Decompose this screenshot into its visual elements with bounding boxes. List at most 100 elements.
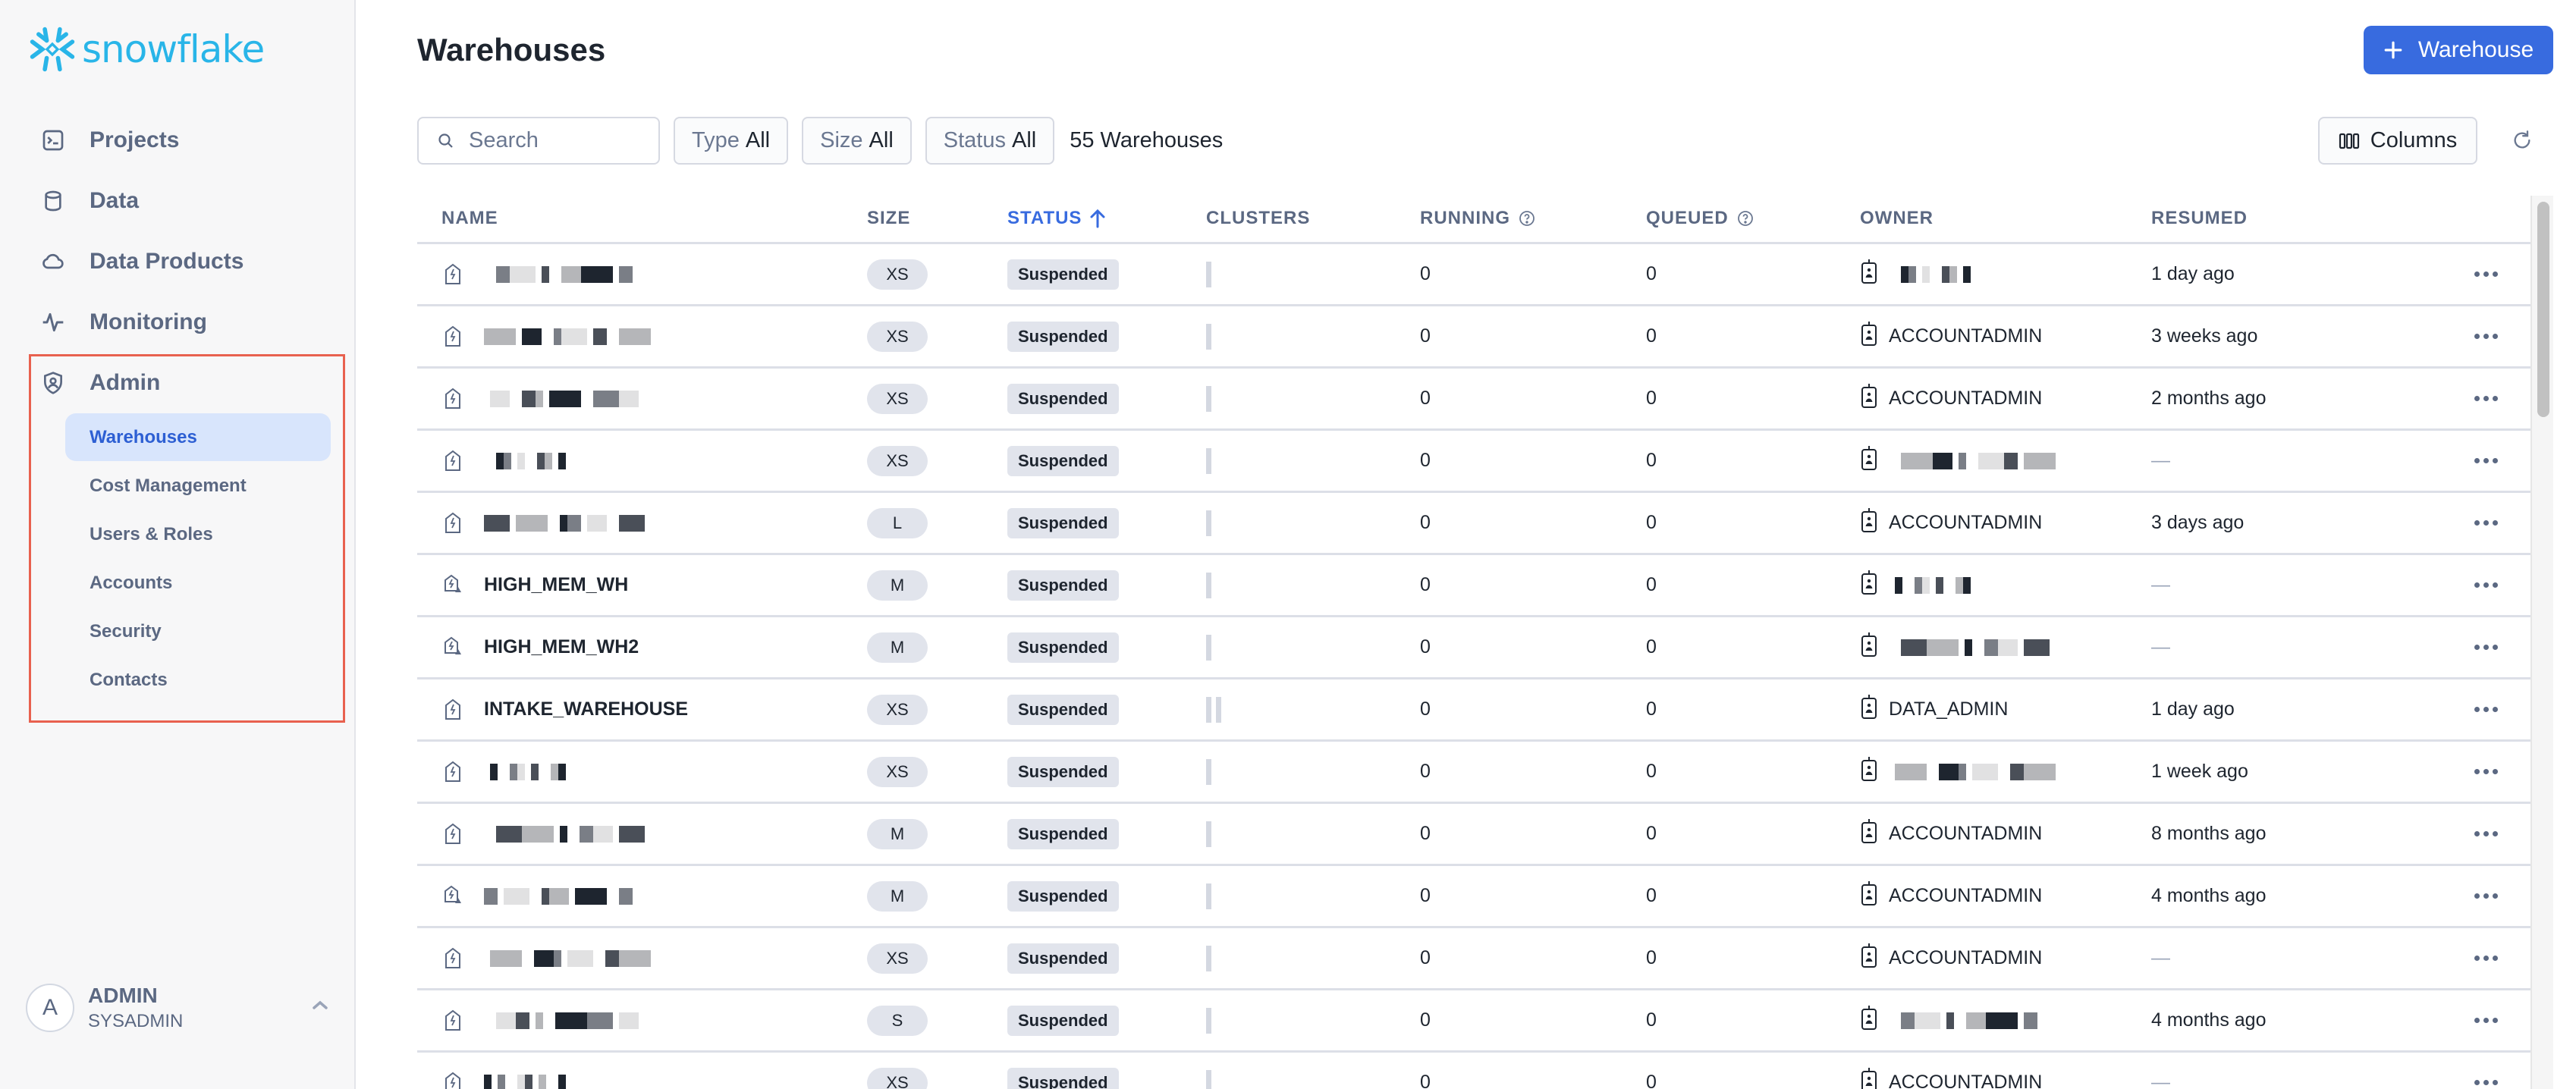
nav-label: Monitoring [90,309,207,334]
size-cell: XS [867,928,928,988]
row-actions-more-icon[interactable] [2474,431,2498,491]
name-cell[interactable] [441,431,566,491]
sidebar-item-contacts[interactable]: Contacts [65,656,331,704]
owner-name-redacted [1889,1012,2037,1029]
status-badge: Suspended [1007,1005,1119,1036]
table-row[interactable]: XS Suspended 0 0 — [417,431,2530,493]
name-cell[interactable] [441,928,651,988]
name-cell[interactable] [441,990,639,1050]
name-cell[interactable]: HIGH_MEM_WH2 [441,617,639,677]
table-row[interactable]: M Suspended 0 0 ACCOUNTADMIN 8 months ago [417,804,2530,866]
row-actions-more-icon[interactable] [2474,555,2498,615]
name-cell[interactable] [441,804,645,864]
nav-label: Data Products [90,249,244,274]
resumed-cell: — [2151,574,2170,595]
table-row[interactable]: M Suspended 0 0 ACCOUNTADMIN 4 months ago [417,866,2530,928]
row-actions-more-icon[interactable] [2474,617,2498,677]
column-header-size[interactable]: SIZE [867,208,910,229]
resumed-cell: — [2151,636,2170,657]
help-icon[interactable] [1736,209,1755,228]
sidebar-item-users-roles[interactable]: Users & Roles [65,510,331,558]
row-actions-more-icon[interactable] [2474,1053,2498,1089]
column-header-running[interactable]: RUNNING [1420,208,1536,229]
brand-name: snowflake [82,27,265,71]
warehouse-icon [441,387,464,411]
nav-data-products[interactable]: Data Products [39,243,243,281]
sidebar-item-security[interactable]: Security [65,607,331,655]
sidebar-item-warehouses[interactable]: Warehouses [65,413,331,461]
size-cell: S [867,990,928,1050]
row-actions-more-icon[interactable] [2474,679,2498,739]
sidebar-item-cost-management[interactable]: Cost Management [65,462,331,510]
filter-key: Type [692,128,740,152]
table-row[interactable]: XS Suspended 0 0 ACCOUNTADMIN 3 weeks ago [417,306,2530,369]
status-filter[interactable]: Status All [925,117,1055,165]
columns-button[interactable]: Columns [2318,117,2477,165]
name-cell[interactable] [441,244,633,304]
name-cell[interactable]: INTAKE_WAREHOUSE [441,679,688,739]
search-box[interactable] [417,117,660,165]
scrollbar-thumb[interactable] [2537,202,2549,417]
nav-monitoring[interactable]: Monitoring [39,303,207,341]
column-header-clusters[interactable]: CLUSTERS [1206,208,1310,229]
row-actions-more-icon[interactable] [2474,990,2498,1050]
table-row[interactable]: INTAKE_WAREHOUSE XS Suspended 0 0 DATA_ADMIN 1… [417,679,2530,742]
row-actions-more-icon[interactable] [2474,369,2498,428]
running-cell: 0 [1420,263,1431,284]
column-header-resumed[interactable]: RESUMED [2151,208,2248,229]
size-cell: XS [867,306,928,366]
name-cell[interactable] [441,1053,566,1089]
cluster-bar [1206,261,1211,287]
table-row[interactable]: HIGH_MEM_WH M Suspended 0 0 — [417,555,2530,617]
column-header-status[interactable]: STATUS [1007,208,1106,229]
column-header-owner[interactable]: OWNER [1860,208,1934,229]
help-icon[interactable] [1518,209,1536,228]
table-row[interactable]: S Suspended 0 0 4 months ago [417,990,2530,1053]
row-actions-more-icon[interactable] [2474,804,2498,864]
snowflake-logo[interactable]: snowflake [27,24,265,74]
name-cell[interactable] [441,493,645,553]
owner-cell: ACCOUNTADMIN [1860,369,2042,428]
row-actions-more-icon[interactable] [2474,928,2498,988]
cluster-bar [1206,883,1211,909]
row-actions-more-icon[interactable] [2474,306,2498,366]
warehouse-icon [441,1009,464,1033]
row-actions-more-icon[interactable] [2474,493,2498,553]
chevron-up-icon[interactable] [311,999,329,1015]
size-filter[interactable]: Size All [802,117,912,165]
sidebar-item-accounts[interactable]: Accounts [65,559,331,607]
nav-data[interactable]: Data [39,182,139,220]
type-filter[interactable]: Type All [674,117,789,165]
name-cell[interactable] [441,369,639,428]
name-cell[interactable]: HIGH_MEM_WH [441,555,628,615]
table-row[interactable]: L Suspended 0 0 ACCOUNTADMIN 3 days ago [417,493,2530,555]
role-icon [1860,1067,1878,1089]
name-cell[interactable] [441,866,633,926]
nav-projects[interactable]: Projects [39,121,179,159]
table-row[interactable]: XS Suspended 0 0 1 week ago [417,742,2530,804]
name-cell[interactable] [441,306,651,366]
row-actions-more-icon[interactable] [2474,742,2498,802]
search-input[interactable] [469,128,636,153]
status-cell: Suspended [1007,306,1119,366]
user-menu[interactable]: A ADMIN SYSADMIN [26,984,329,1032]
table-row[interactable]: XS Suspended 0 0 ACCOUNTADMIN — [417,928,2530,990]
name-cell[interactable] [441,742,566,802]
refresh-icon[interactable] [2509,127,2535,153]
table-scrollbar[interactable] [2530,196,2553,1089]
add-warehouse-button[interactable]: Warehouse [2364,26,2553,74]
column-header-name[interactable]: NAME [441,208,498,229]
column-header-queued[interactable]: QUEUED [1646,208,1755,229]
database-icon [39,187,67,215]
row-actions-more-icon[interactable] [2474,866,2498,926]
row-actions-more-icon[interactable] [2474,244,2498,304]
cluster-bar [1206,1069,1211,1089]
owner-cell [1860,742,2056,802]
status-badge: Suspended [1007,321,1119,352]
warehouses-table: NAME SIZE STATUS CLUSTERS RUNNING QUEUED… [417,196,2530,1089]
table-row[interactable]: XS Suspended 0 0 ACCOUNTADMIN 2 months ago [417,369,2530,431]
table-row[interactable]: XS Suspended 0 0 1 day ago [417,244,2530,306]
nav-admin[interactable]: Admin [39,364,160,402]
table-row[interactable]: XS Suspended 0 0 ACCOUNTADMIN — [417,1053,2530,1089]
table-row[interactable]: HIGH_MEM_WH2 M Suspended 0 0 — [417,617,2530,679]
